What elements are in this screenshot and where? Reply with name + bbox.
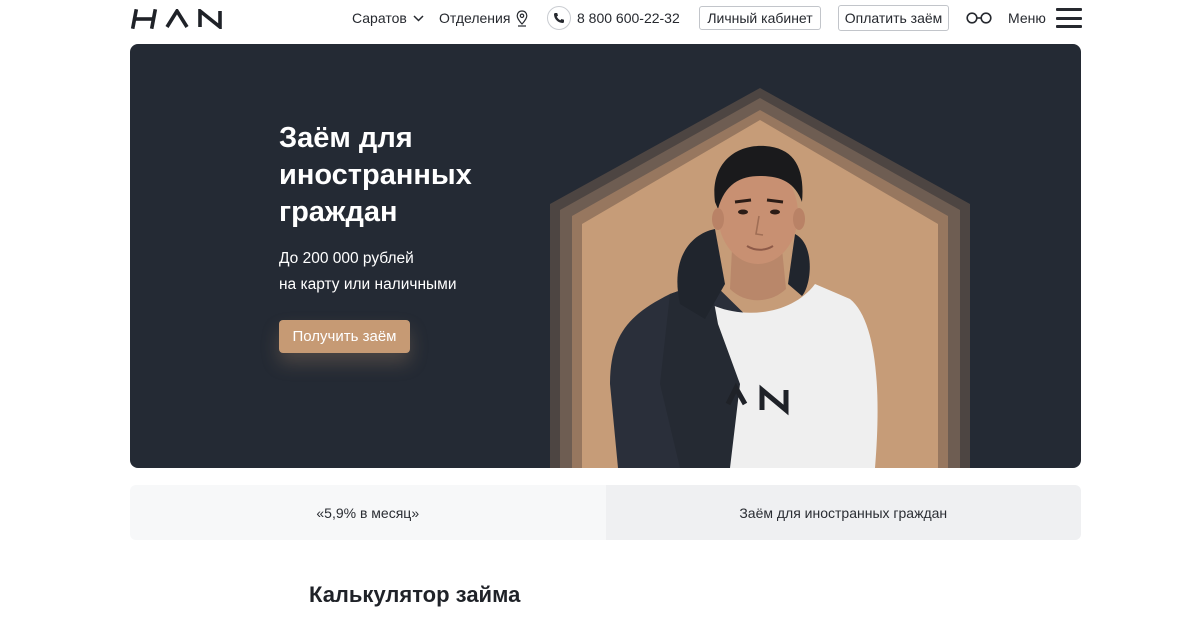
menu-label: Меню (1008, 10, 1046, 26)
tab-rate-offer[interactable]: «5,9% в месяц» (130, 485, 606, 540)
hero-subtitle-line-2: на карту или наличными (279, 276, 457, 293)
loan-tabs: «5,9% в месяц» Заём для иностранных граж… (130, 485, 1081, 540)
city-label: Саратов (352, 10, 407, 26)
hamburger-icon (1055, 8, 1082, 28)
menu-button[interactable]: Меню (1008, 0, 1082, 36)
tab-foreign-citizens[interactable]: Заём для иностранных граждан (605, 485, 1081, 540)
calculator-title: Калькулятор займа (309, 582, 521, 607)
get-loan-button[interactable]: Получить заём (279, 320, 410, 353)
personal-account-button[interactable]: Личный кабинет (699, 6, 821, 30)
phone-link[interactable]: 8 800 600-22-32 (547, 0, 680, 36)
city-selector[interactable]: Саратов (352, 0, 424, 36)
glasses-icon[interactable] (966, 11, 992, 25)
phone-icon (547, 6, 571, 30)
map-pin-icon (517, 9, 528, 27)
pay-loan-button[interactable]: Оплатить заём (838, 5, 949, 31)
site-header: Саратов Отделения 8 800 600-22-32 Личный… (0, 0, 1200, 40)
offices-label: Отделения (439, 10, 511, 26)
offices-link[interactable]: Отделения (439, 0, 528, 36)
chevron-down-icon (413, 14, 424, 22)
hero-title: Заём для иностранных граждан (279, 122, 472, 228)
hero-banner: Заём для иностранных граждан До 200 000 … (130, 44, 1081, 468)
hero-subtitle-line-1: До 200 000 рублей (279, 250, 414, 267)
hero-subtitle: До 200 000 рублей на карту или наличными (279, 246, 519, 298)
han-logo-icon[interactable] (130, 9, 226, 29)
phone-number: 8 800 600-22-32 (577, 10, 680, 26)
hero-person-image (550, 88, 970, 468)
